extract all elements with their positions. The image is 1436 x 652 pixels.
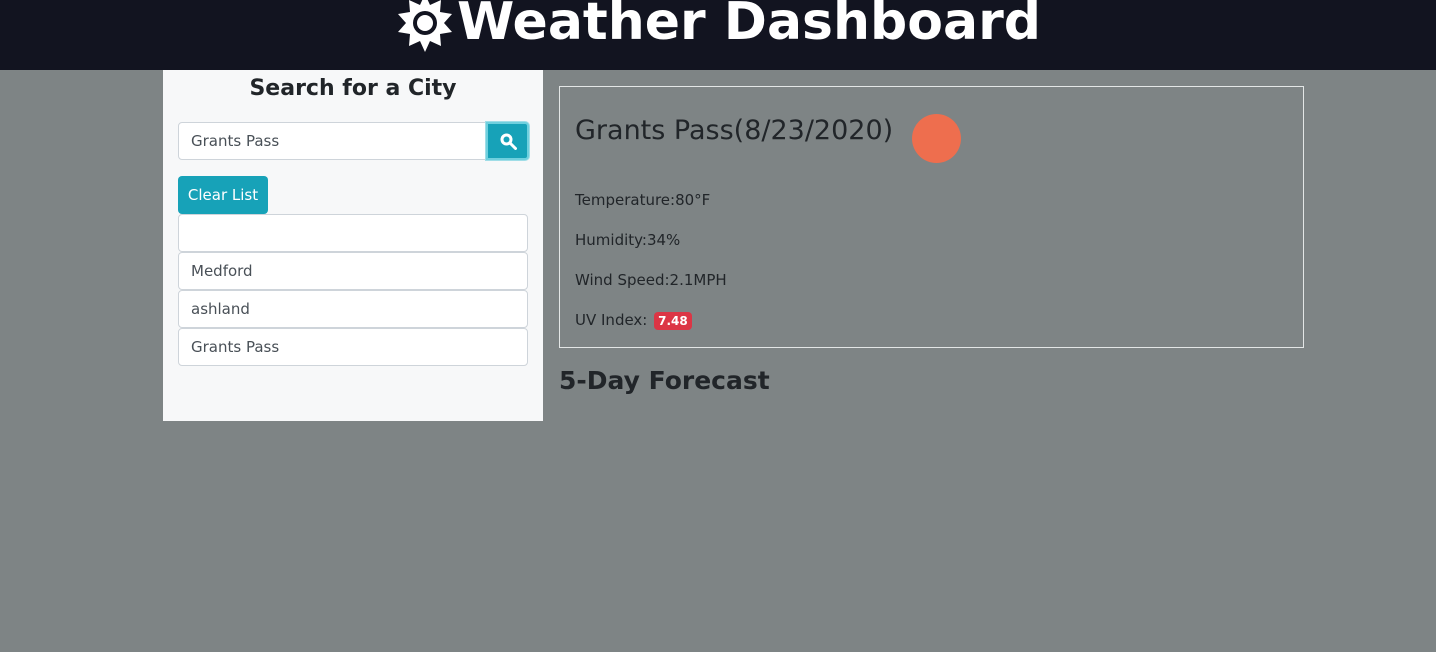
sun-icon — [398, 0, 453, 52]
uv-index-label: UV Index: — [575, 311, 648, 329]
city-history-list: Medford ashland Grants Pass — [178, 214, 528, 366]
search-icon — [500, 133, 517, 150]
city-heading: Grants Pass(8/23/2020) — [575, 115, 894, 146]
uv-index-badge: 7.48 — [654, 311, 692, 330]
clear-list-button[interactable]: Clear List — [178, 176, 268, 214]
sidebar-title: Search for a City — [249, 76, 457, 101]
humidity-stat: Humidity:34% — [575, 231, 681, 249]
city-history-item[interactable]: ashland — [178, 290, 528, 328]
search-button[interactable] — [486, 122, 529, 160]
temperature-stat: Temperature:80°F — [575, 191, 711, 209]
header-content: Weather Dashboard — [395, 0, 1041, 52]
forecast-title: 5-Day Forecast — [559, 366, 770, 395]
weather-icon — [912, 114, 961, 163]
city-history-item[interactable]: Grants Pass — [178, 328, 528, 366]
search-input[interactable] — [178, 122, 488, 160]
city-history-item[interactable]: Medford — [178, 252, 528, 290]
app-header: Weather Dashboard — [0, 0, 1436, 70]
uv-index-stat: UV Index: 7.48 — [575, 311, 692, 330]
city-history-item[interactable] — [178, 214, 528, 252]
wind-speed-stat: Wind Speed:2.1MPH — [575, 271, 727, 289]
page-title: Weather Dashboard — [457, 0, 1041, 52]
current-weather-card: Grants Pass(8/23/2020) Temperature:80°F … — [559, 86, 1304, 348]
search-sidebar: Search for a City Clear List Medford ash… — [163, 70, 543, 421]
